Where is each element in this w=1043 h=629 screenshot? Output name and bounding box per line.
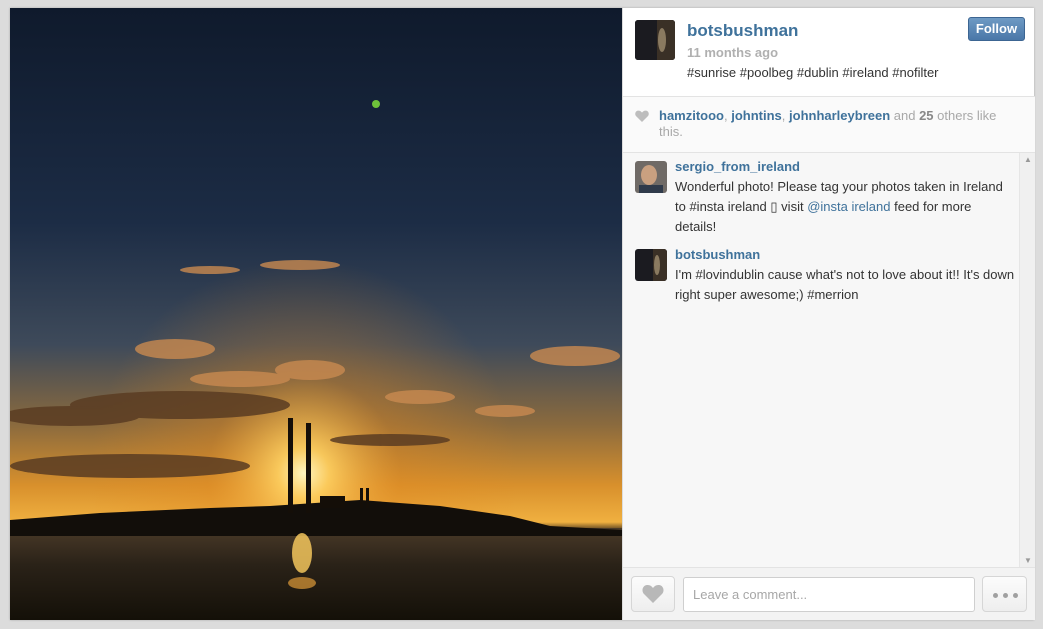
- post-caption: #sunrise #poolbeg #dublin #ireland #nofi…: [687, 65, 939, 80]
- scroll-up-arrow-icon[interactable]: ▲: [1024, 155, 1032, 164]
- comment-text: I'm #lovindublin cause what's not to lov…: [675, 267, 1015, 302]
- comment-username[interactable]: sergio_from_ireland: [675, 159, 800, 174]
- more-dots-icon: [1003, 593, 1008, 598]
- commenter-avatar-image: [635, 249, 667, 281]
- liker-username[interactable]: johntins: [731, 108, 782, 123]
- author-avatar-image: [635, 20, 675, 60]
- unknown-glyph-icon: ▯: [770, 199, 778, 214]
- comment-item: botsbushman I'm #lovindublin cause what'…: [623, 241, 1019, 311]
- liker-username[interactable]: hamzitooo: [659, 108, 724, 123]
- mention-link[interactable]: @insta ireland: [807, 199, 890, 214]
- commenter-avatar[interactable]: [635, 161, 667, 193]
- comment-item: sergio_from_ireland Wonderful photo! Ple…: [623, 153, 1019, 241]
- post-sidebar: botsbushman 11 months ago #sunrise #pool…: [622, 8, 1035, 620]
- sunrise-photo-image: [10, 8, 622, 620]
- author-avatar[interactable]: [635, 20, 675, 60]
- likes-text: hamzitooo, johntins, johnharleybreen and…: [659, 108, 997, 139]
- post-header: botsbushman 11 months ago #sunrise #pool…: [623, 8, 1035, 96]
- post-photo[interactable]: [10, 8, 622, 620]
- comment-input[interactable]: [683, 577, 975, 612]
- comments-list: sergio_from_ireland Wonderful photo! Ple…: [623, 153, 1019, 567]
- heart-icon: [642, 584, 664, 603]
- post-modal: botsbushman 11 months ago #sunrise #pool…: [10, 8, 1035, 620]
- comment-username[interactable]: botsbushman: [675, 247, 760, 262]
- heart-icon: [635, 110, 649, 122]
- commenter-avatar-image: [635, 161, 667, 193]
- likes-others-count[interactable]: 25: [919, 108, 933, 123]
- commenter-avatar[interactable]: [635, 249, 667, 281]
- comment-footer: [623, 567, 1035, 620]
- liker-username[interactable]: johnharleybreen: [789, 108, 890, 123]
- more-options-button[interactable]: [982, 576, 1027, 612]
- scroll-down-arrow-icon[interactable]: ▼: [1024, 556, 1032, 565]
- post-timestamp[interactable]: 11 months ago: [687, 45, 778, 60]
- likes-section: hamzitooo, johntins, johnharleybreen and…: [623, 97, 1035, 152]
- more-dots-icon: [1013, 593, 1018, 598]
- like-button[interactable]: [631, 576, 675, 612]
- comments-scrollbar[interactable]: ▲ ▼: [1019, 153, 1035, 567]
- author-username[interactable]: botsbushman: [687, 21, 798, 41]
- more-dots-icon: [993, 593, 998, 598]
- follow-button[interactable]: Follow: [968, 17, 1025, 41]
- comment-text: Wonderful photo! Please tag your photos …: [675, 179, 1003, 234]
